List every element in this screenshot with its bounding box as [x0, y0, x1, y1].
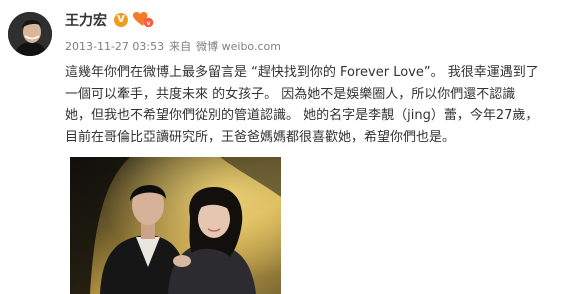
post-timestamp[interactable]: 2013-11-27 03:53: [65, 40, 164, 53]
vip-icon[interactable]: v: [132, 11, 154, 28]
post-text: 這幾年你們在微博上最多留言是 “趕快找到你的 Forever Love”。 我很…: [65, 65, 539, 145]
post-meta: 2013-11-27 03:53 来自 微博 weibo.com: [65, 40, 281, 54]
verified-badge-icon[interactable]: V: [114, 13, 128, 27]
couple-photo-image: [70, 157, 281, 294]
source-prefix: 来自: [169, 40, 192, 53]
author-avatar[interactable]: [8, 12, 52, 56]
post-source-link[interactable]: 微博 weibo.com: [196, 40, 281, 53]
avatar-image: [8, 12, 52, 56]
author-name[interactable]: 王力宏: [65, 12, 107, 30]
post-photo[interactable]: [70, 157, 281, 294]
svg-text:v: v: [147, 20, 151, 27]
